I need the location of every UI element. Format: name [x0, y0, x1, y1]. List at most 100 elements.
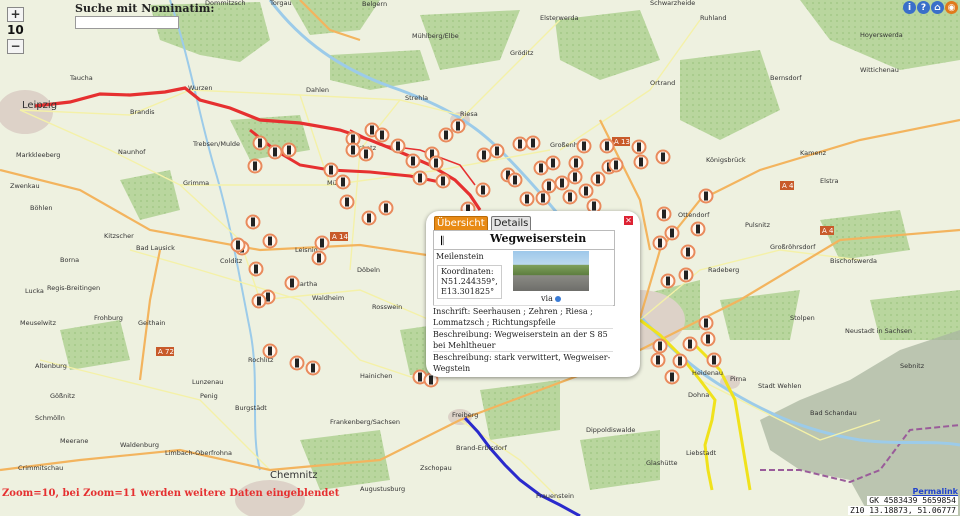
milestone-marker[interactable] [512, 136, 528, 152]
milestone-marker[interactable] [599, 138, 615, 154]
info-icon[interactable]: i [903, 1, 916, 14]
milestone-marker[interactable] [690, 221, 706, 237]
milestone-marker[interactable] [672, 353, 688, 369]
milestone-marker[interactable] [652, 338, 668, 354]
milestone-marker[interactable] [374, 127, 390, 143]
zoom-in-button[interactable]: + [7, 7, 24, 22]
milestone-marker[interactable] [519, 191, 535, 207]
milestone-marker[interactable] [438, 127, 454, 143]
milestone-marker[interactable] [664, 369, 680, 385]
milestone-marker[interactable] [248, 261, 264, 277]
milestone-marker[interactable] [541, 178, 557, 194]
milestone-marker[interactable] [405, 153, 421, 169]
place-label: Rosswein [372, 303, 402, 311]
milestone-marker[interactable] [262, 343, 278, 359]
milestone-marker[interactable] [230, 237, 246, 253]
milestone-marker[interactable] [435, 173, 451, 189]
place-label: Colditz [220, 257, 243, 265]
coord-east: E13.301825° [441, 287, 495, 296]
milestone-marker[interactable] [590, 171, 606, 187]
milestone-marker[interactable] [412, 170, 428, 186]
place-label: Kitzscher [104, 232, 134, 240]
milestone-marker[interactable] [700, 331, 716, 347]
milestone-marker[interactable] [655, 149, 671, 165]
milestone-marker[interactable] [608, 157, 624, 173]
milestone-marker[interactable] [545, 155, 561, 171]
popup-close-button[interactable]: ✕ [624, 216, 633, 225]
milestone-marker[interactable] [698, 188, 714, 204]
milestone-marker[interactable] [339, 194, 355, 210]
popup-desc-1: Beschreibung: Wegweiserstein an der S 85… [433, 328, 613, 351]
milestone-marker[interactable] [507, 172, 523, 188]
milestone-marker[interactable] [476, 147, 492, 163]
milestone-marker[interactable] [305, 360, 321, 376]
milestone-marker[interactable] [706, 352, 722, 368]
milestone-marker[interactable] [682, 336, 698, 352]
layers-icon[interactable]: ◉ [945, 1, 958, 14]
milestone-marker[interactable] [656, 206, 672, 222]
milestone-marker[interactable] [475, 182, 491, 198]
milestone-marker[interactable] [652, 235, 668, 251]
milestone-marker[interactable] [576, 138, 592, 154]
milestone-marker[interactable] [358, 146, 374, 162]
milestone-marker[interactable] [311, 250, 327, 266]
milestone-marker[interactable] [489, 143, 505, 159]
milestone-marker[interactable] [568, 155, 584, 171]
milestone-marker[interactable] [554, 175, 570, 191]
place-label: Ortrand [650, 79, 675, 87]
milestone-marker[interactable] [267, 144, 283, 160]
place-label: Markkleeberg [16, 151, 60, 159]
tab-overview[interactable]: Übersicht [434, 216, 488, 231]
milestone-marker[interactable] [245, 214, 261, 230]
milestone-marker[interactable] [281, 142, 297, 158]
milestone-marker[interactable] [664, 225, 680, 241]
milestone-marker[interactable] [698, 315, 714, 331]
milestone-marker[interactable] [390, 138, 406, 154]
place-label: Ottendorf [678, 211, 710, 219]
milestone-marker[interactable] [323, 162, 339, 178]
zoom-out-button[interactable]: − [7, 39, 24, 54]
milestone-marker[interactable] [631, 139, 647, 155]
milestone-marker[interactable] [345, 142, 361, 158]
milestone-marker[interactable] [633, 154, 649, 170]
place-label: Strehla [405, 94, 428, 102]
milestone-marker[interactable] [535, 190, 551, 206]
milestone-marker[interactable] [428, 155, 444, 171]
place-label: Wurzen [188, 84, 213, 92]
milestone-marker[interactable] [335, 174, 351, 190]
popup-desc-2: Beschreibung: stark verwittert, Wegweise… [433, 351, 613, 374]
milestone-marker[interactable] [578, 183, 594, 199]
milestone-marker[interactable] [562, 189, 578, 205]
milestone-marker[interactable] [284, 275, 300, 291]
milestone-marker[interactable] [650, 352, 666, 368]
place-label: Dohna [688, 391, 709, 399]
milestone-marker[interactable] [567, 169, 583, 185]
place-label: Dahlen [306, 86, 329, 94]
milestone-marker[interactable] [525, 135, 541, 151]
milestone-marker[interactable] [252, 135, 268, 151]
milestone-marker[interactable] [660, 273, 676, 289]
tab-details[interactable]: Details [490, 216, 532, 231]
place-label: Waldenburg [120, 441, 159, 449]
milestone-marker[interactable] [247, 158, 263, 174]
search-box: Suche mit Nominatim: [75, 2, 215, 29]
milestone-marker[interactable] [680, 244, 696, 260]
milestone-marker[interactable] [450, 118, 466, 134]
milestone-marker[interactable] [378, 200, 394, 216]
popup-photo[interactable] [513, 251, 589, 291]
milestone-marker[interactable] [314, 235, 330, 251]
popup-via[interactable]: via [541, 294, 561, 303]
milestone-marker[interactable] [678, 267, 694, 283]
milestone-marker[interactable] [262, 233, 278, 249]
milestone-marker[interactable] [289, 355, 305, 371]
help-icon[interactable]: ? [917, 1, 930, 14]
place-label: Lucka [25, 287, 44, 295]
search-label: Suche mit Nominatim: [75, 2, 215, 15]
search-input[interactable] [75, 16, 179, 29]
home-icon[interactable]: ⌂ [931, 1, 944, 14]
permalink-link[interactable]: Permalink [913, 487, 958, 496]
place-label: Glashütte [646, 459, 678, 467]
milestone-marker[interactable] [361, 210, 377, 226]
milestone-marker[interactable] [251, 293, 267, 309]
place-label: Belgern [362, 0, 387, 8]
